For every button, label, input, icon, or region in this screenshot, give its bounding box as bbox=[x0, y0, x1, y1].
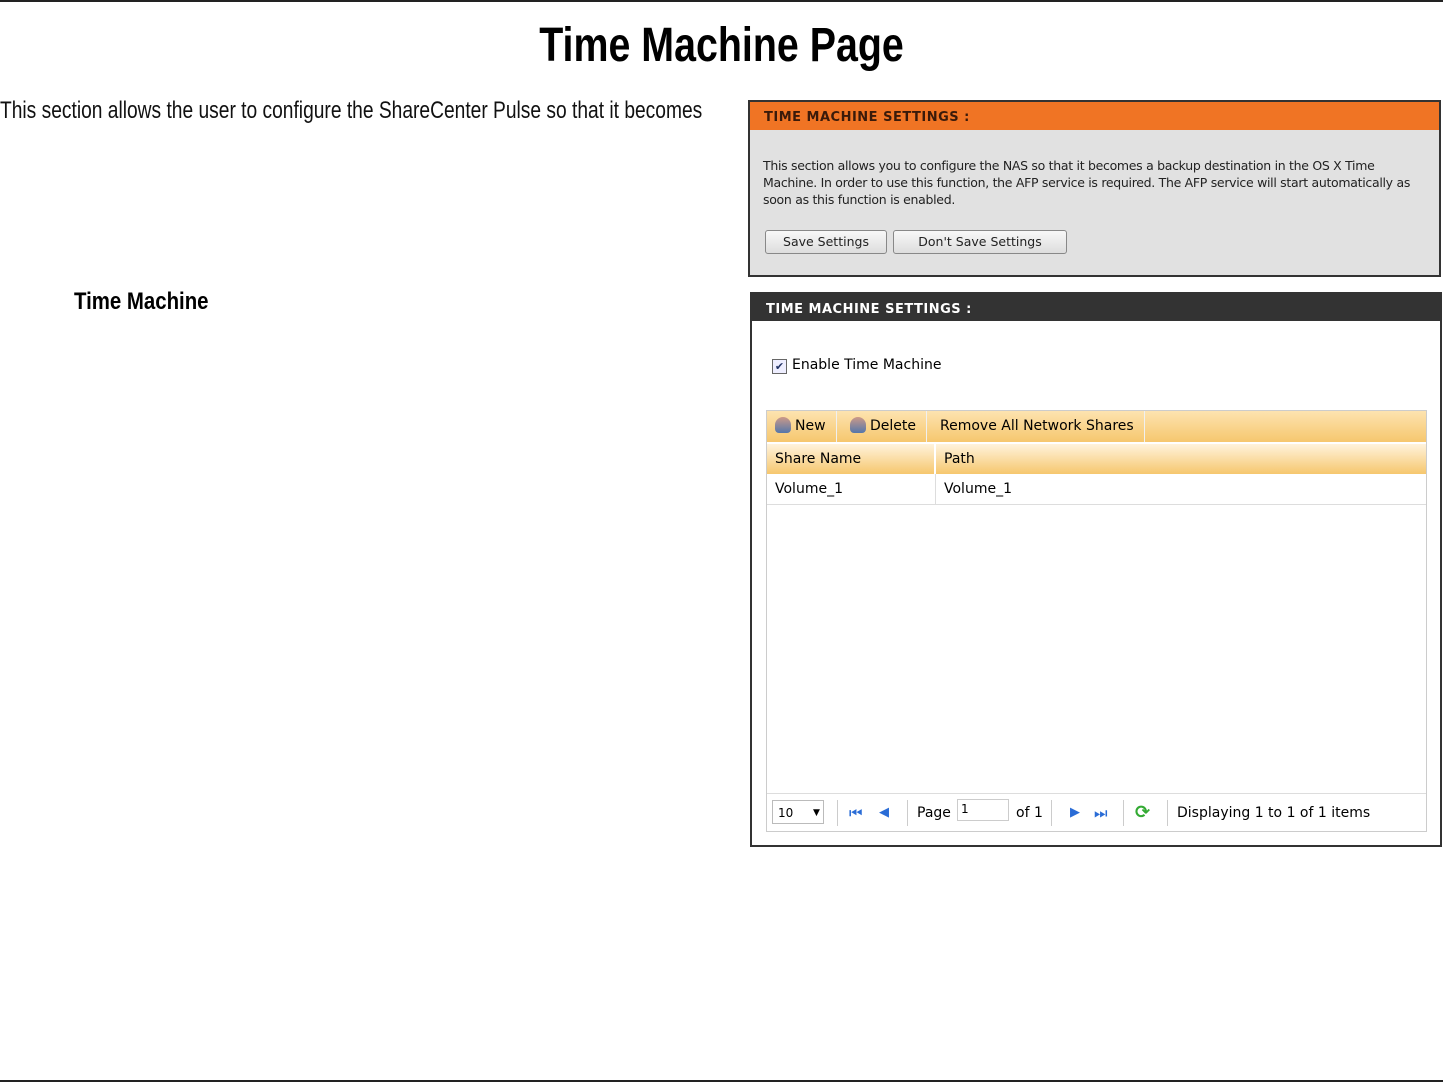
grid-toolbar: New Delete Remove All Network Shares bbox=[767, 411, 1426, 442]
column-header-path[interactable]: Path bbox=[936, 444, 1426, 474]
last-page-icon[interactable]: ⏭ bbox=[1094, 794, 1108, 832]
shares-grid: New Delete Remove All Network Shares Sha… bbox=[766, 410, 1427, 832]
remove-all-network-shares-button[interactable]: Remove All Network Shares bbox=[932, 411, 1145, 442]
enable-time-machine-label: Enable Time Machine bbox=[792, 357, 942, 373]
user-delete-icon bbox=[850, 417, 866, 433]
pager-status: Displaying 1 to 1 of 1 items bbox=[1177, 805, 1371, 821]
page-number-input[interactable]: 1 bbox=[957, 799, 1009, 821]
refresh-icon[interactable]: ⟳ bbox=[1135, 794, 1150, 832]
panel-header: TIME MACHINE SETTINGS : bbox=[750, 102, 1439, 130]
page-title: Time Machine Page bbox=[539, 19, 904, 72]
new-button[interactable]: New bbox=[767, 411, 837, 442]
panel-header: TIME MACHINE SETTINGS : bbox=[752, 294, 1440, 321]
section-heading: Time Machine bbox=[74, 288, 209, 315]
page-of-label: of 1 bbox=[1016, 805, 1043, 821]
enable-time-machine-checkbox[interactable]: ✔ bbox=[772, 359, 787, 374]
time-machine-shares-panel: TIME MACHINE SETTINGS : ✔ Enable Time Ma… bbox=[750, 292, 1442, 847]
table-cell-share-name[interactable]: Volume_1 bbox=[767, 474, 936, 505]
panel-description: This section allows you to configure the… bbox=[763, 158, 1411, 207]
table-cell-path[interactable]: Volume_1 bbox=[936, 474, 1426, 505]
pager: 10 ▼ ⏮ ◀ Page 1 of 1 ▶ ⏭ ⟳ Displaying 1 t… bbox=[767, 793, 1426, 832]
new-label: New bbox=[795, 418, 826, 434]
user-add-icon bbox=[775, 417, 791, 433]
column-header-share-name[interactable]: Share Name bbox=[767, 444, 936, 474]
delete-label: Delete bbox=[870, 418, 916, 434]
page-size-select[interactable]: 10 ▼ bbox=[772, 800, 824, 824]
first-page-icon[interactable]: ⏮ bbox=[849, 794, 863, 832]
previous-page-icon[interactable]: ◀ bbox=[879, 794, 889, 832]
page-label: Page bbox=[917, 805, 951, 821]
intro-text: This section allows the user to configur… bbox=[0, 97, 703, 124]
page-size-value: 10 bbox=[778, 806, 794, 820]
delete-button[interactable]: Delete bbox=[842, 411, 927, 442]
dont-save-settings-button[interactable]: Don't Save Settings bbox=[893, 230, 1067, 254]
next-page-icon[interactable]: ▶ bbox=[1070, 794, 1080, 832]
chevron-down-icon: ▼ bbox=[813, 808, 820, 818]
time-machine-settings-panel: TIME MACHINE SETTINGS : This section all… bbox=[748, 100, 1441, 277]
save-settings-button[interactable]: Save Settings bbox=[765, 230, 887, 254]
top-rule bbox=[0, 0, 1443, 2]
bottom-rule bbox=[0, 1080, 1443, 1082]
